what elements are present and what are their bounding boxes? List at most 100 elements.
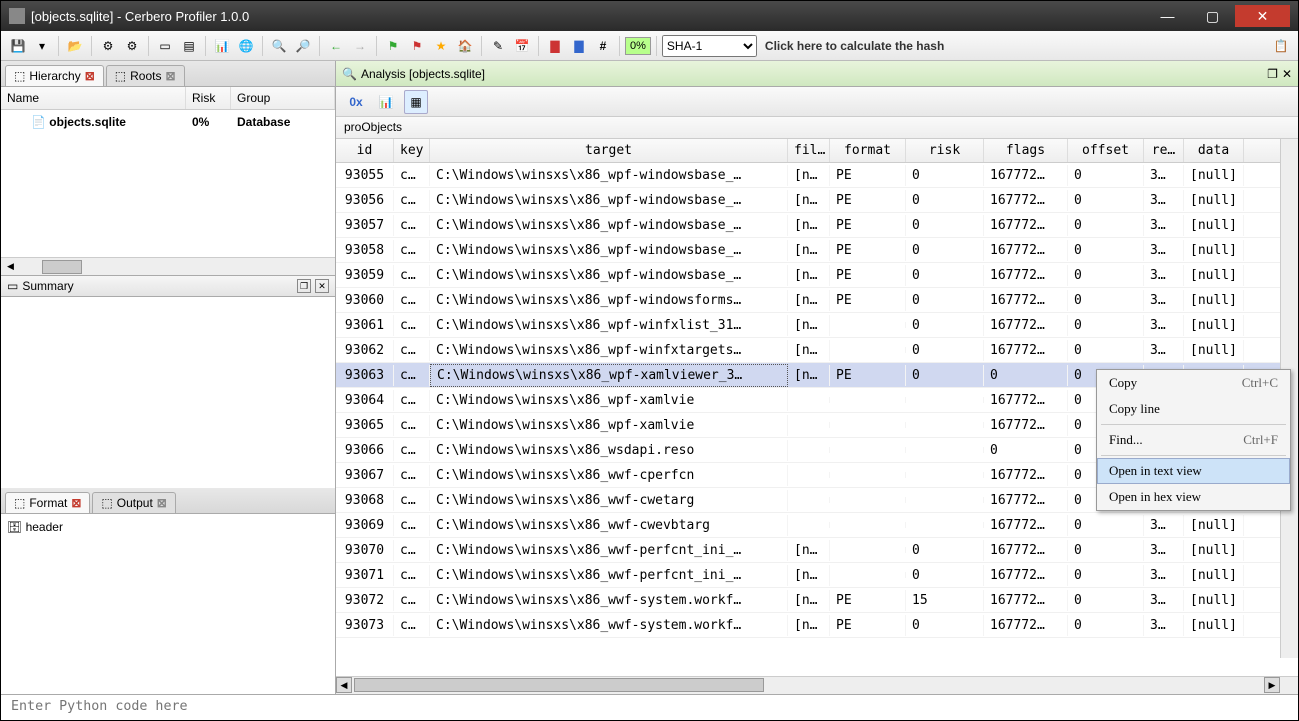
close-icon[interactable]: ⊠ <box>157 496 167 510</box>
close-icon[interactable]: ⊠ <box>71 496 81 510</box>
tab-roots[interactable]: ⬚ Roots ⊠ <box>106 65 185 86</box>
th-id[interactable]: id <box>336 139 394 162</box>
tab-format[interactable]: ⬚ Format ⊠ <box>5 492 90 513</box>
th-offset[interactable]: offset <box>1068 139 1144 162</box>
restore-icon[interactable]: ❐ <box>297 279 311 293</box>
window-icon[interactable]: ▭ <box>154 35 176 57</box>
table-row[interactable]: 93057c…C:\Windows\winsxs\x86_wpf-windows… <box>336 213 1298 238</box>
restore-icon[interactable]: ❐ <box>1267 67 1278 81</box>
tree-row[interactable]: 📄 objects.sqlite 0% Database <box>1 110 335 134</box>
table-row[interactable]: 93070c…C:\Windows\winsxs\x86_wwf-perfcnt… <box>336 538 1298 563</box>
chart-icon[interactable]: 📊 <box>211 35 233 57</box>
cell-re: 3… <box>1144 315 1184 336</box>
table-row[interactable]: 93069c…C:\Windows\winsxs\x86_wwf-cwevbta… <box>336 513 1298 538</box>
close-icon[interactable]: ⊠ <box>165 69 175 83</box>
cell-id: 93057 <box>336 215 394 236</box>
table-row[interactable]: 93056c…C:\Windows\winsxs\x86_wpf-windows… <box>336 188 1298 213</box>
th-format[interactable]: format <box>830 139 906 162</box>
gear-icon[interactable]: ⚙ <box>97 35 119 57</box>
table-view-button[interactable]: ▦ <box>404 90 428 114</box>
minimize-button[interactable]: — <box>1145 5 1190 27</box>
table-hscroll[interactable]: ◀ ▶ <box>336 676 1298 694</box>
globe-icon[interactable]: 🌐 <box>235 35 257 57</box>
close-icon[interactable]: ⊠ <box>85 69 95 83</box>
save-icon[interactable]: 💾 <box>7 35 29 57</box>
cell-flags: 0 <box>984 365 1068 386</box>
menu-find[interactable]: Find...Ctrl+F <box>1097 427 1290 453</box>
forward-icon[interactable]: → <box>349 35 371 57</box>
table-row[interactable]: 93059c…C:\Windows\winsxs\x86_wpf-windows… <box>336 263 1298 288</box>
cell-risk: 0 <box>906 240 984 261</box>
cell-target: C:\Windows\winsxs\x86_wpf-xamlvie <box>430 390 788 411</box>
table-row[interactable]: 93061c…C:\Windows\winsxs\x86_wpf-winfxli… <box>336 313 1298 338</box>
close-icon[interactable]: ✕ <box>1282 67 1292 81</box>
col-name[interactable]: Name <box>1 87 186 109</box>
titlebar[interactable]: [objects.sqlite] - Cerbero Profiler 1.0.… <box>1 1 1298 31</box>
calendar-icon[interactable]: 📅 <box>511 35 533 57</box>
gear2-icon[interactable]: ⚙ <box>121 35 143 57</box>
menu-copy[interactable]: CopyCtrl+C <box>1097 370 1290 396</box>
search-icon[interactable]: 🔍 <box>268 35 290 57</box>
col-risk[interactable]: Risk <box>186 87 231 109</box>
table-row[interactable]: 93055c…C:\Windows\winsxs\x86_wpf-windows… <box>336 163 1298 188</box>
data-table[interactable]: id key target fil… format risk flags off… <box>336 139 1298 676</box>
th-flags[interactable]: flags <box>984 139 1068 162</box>
cell-risk: 0 <box>906 540 984 561</box>
scroll-right-icon[interactable]: ▶ <box>1264 677 1280 693</box>
th-fil[interactable]: fil… <box>788 139 830 162</box>
cell-re: 3… <box>1144 290 1184 311</box>
cell-risk: 15 <box>906 590 984 611</box>
python-input[interactable] <box>11 699 1288 714</box>
cell-target: C:\Windows\winsxs\x86_wpf-windowsbase_… <box>430 265 788 286</box>
hash-algorithm-select[interactable]: SHA-1 <box>662 35 757 57</box>
format-item[interactable]: 🗄 header <box>7 520 329 534</box>
dropdown-icon[interactable]: ▾ <box>31 35 53 57</box>
col-group[interactable]: Group <box>231 87 335 109</box>
panel-icon[interactable]: ▤ <box>178 35 200 57</box>
hierarchy-tree[interactable]: Name Risk Group 📄 objects.sqlite 0% Data… <box>1 87 335 257</box>
table-row[interactable]: 93073c…C:\Windows\winsxs\x86_wwf-system.… <box>336 613 1298 638</box>
scroll-left-icon[interactable]: ◀ <box>336 677 352 693</box>
hash-hint[interactable]: Click here to calculate the hash <box>765 39 1268 53</box>
cell-flags: 167772… <box>984 165 1068 186</box>
maximize-button[interactable]: ▢ <box>1190 5 1235 27</box>
edit-icon[interactable]: ✎ <box>487 35 509 57</box>
context-menu[interactable]: CopyCtrl+C Copy line Find...Ctrl+F Open … <box>1096 369 1291 511</box>
th-data[interactable]: data <box>1184 139 1244 162</box>
th-risk[interactable]: risk <box>906 139 984 162</box>
cell-re: 3… <box>1144 165 1184 186</box>
th-key[interactable]: key <box>394 139 430 162</box>
table-row[interactable]: 93058c…C:\Windows\winsxs\x86_wpf-windows… <box>336 238 1298 263</box>
close-button[interactable]: ✕ <box>1235 5 1290 27</box>
blue-block-icon[interactable]: ▇ <box>568 35 590 57</box>
tree-hscroll[interactable]: ◀ <box>1 257 335 275</box>
copy-hash-icon[interactable]: 📋 <box>1270 35 1292 57</box>
format-panel[interactable]: 🗄 header <box>1 514 335 694</box>
flag-red-icon[interactable]: ⚑ <box>406 35 428 57</box>
flag-green-icon[interactable]: ⚑ <box>382 35 404 57</box>
cell-target: C:\Windows\winsxs\x86_wpf-xamlvie <box>430 415 788 436</box>
menu-open-text[interactable]: Open in text view <box>1097 458 1290 484</box>
search-close-icon[interactable]: 🔎 <box>292 35 314 57</box>
th-target[interactable]: target <box>430 139 788 162</box>
table-row[interactable]: 93062c…C:\Windows\winsxs\x86_wpf-winfxta… <box>336 338 1298 363</box>
star-icon[interactable]: ★ <box>430 35 452 57</box>
table-row[interactable]: 93071c…C:\Windows\winsxs\x86_wwf-perfcnt… <box>336 563 1298 588</box>
menu-copy-line[interactable]: Copy line <box>1097 396 1290 422</box>
open-icon[interactable]: 📂 <box>64 35 86 57</box>
menu-open-hex[interactable]: Open in hex view <box>1097 484 1290 510</box>
table-header: id key target fil… format risk flags off… <box>336 139 1298 163</box>
tab-output[interactable]: ⬚ Output ⊠ <box>92 492 175 513</box>
close-icon[interactable]: ✕ <box>315 279 329 293</box>
summary-header[interactable]: ▭ Summary ❐ ✕ <box>1 275 335 297</box>
red-block-icon[interactable]: ▇ <box>544 35 566 57</box>
chart-view-button[interactable]: 📊 <box>374 90 398 114</box>
th-re[interactable]: re… <box>1144 139 1184 162</box>
house-icon[interactable]: 🏠 <box>454 35 476 57</box>
table-row[interactable]: 93060c…C:\Windows\winsxs\x86_wpf-windows… <box>336 288 1298 313</box>
hash-icon[interactable]: # <box>592 35 614 57</box>
hex-view-button[interactable]: 0x <box>344 90 368 114</box>
table-row[interactable]: 93072c…C:\Windows\winsxs\x86_wwf-system.… <box>336 588 1298 613</box>
tab-hierarchy[interactable]: ⬚ Hierarchy ⊠ <box>5 65 104 86</box>
back-icon[interactable]: ← <box>325 35 347 57</box>
